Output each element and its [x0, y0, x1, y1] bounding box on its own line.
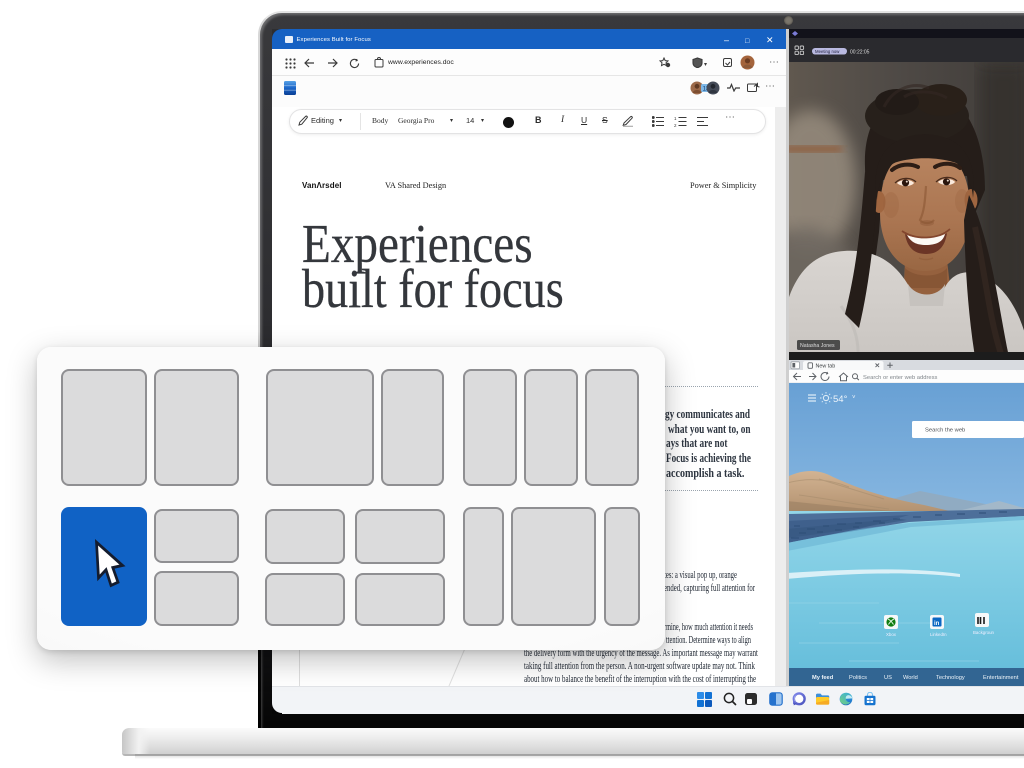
svg-text:Search the web: Search the web: [925, 428, 965, 434]
svg-text:World: World: [903, 675, 918, 681]
svg-text:2: 2: [674, 123, 677, 127]
svg-text:Natasha Jones: Natasha Jones: [800, 343, 835, 349]
svg-text:Search or enter web address: Search or enter web address: [863, 375, 938, 381]
svg-text:New tab: New tab: [816, 364, 836, 370]
svg-text:in: in: [934, 621, 940, 627]
svg-text:54°: 54°: [833, 394, 848, 405]
svg-text:Politics: Politics: [849, 675, 867, 681]
svg-text:Meeting now: Meeting now: [815, 49, 840, 54]
svg-text:1: 1: [674, 116, 677, 121]
svg-text:˅: ˅: [852, 395, 856, 401]
svg-text:00:22:05: 00:22:05: [850, 50, 870, 56]
svg-text:LinkedIn: LinkedIn: [930, 632, 947, 637]
svg-text:Technology: Technology: [936, 675, 965, 681]
svg-text:Backgroun: Backgroun: [973, 630, 995, 635]
svg-text:US: US: [884, 675, 892, 681]
svg-text:My feed: My feed: [812, 675, 834, 681]
svg-text:Entertainment: Entertainment: [983, 675, 1019, 681]
svg-text:Xbox: Xbox: [886, 632, 897, 637]
